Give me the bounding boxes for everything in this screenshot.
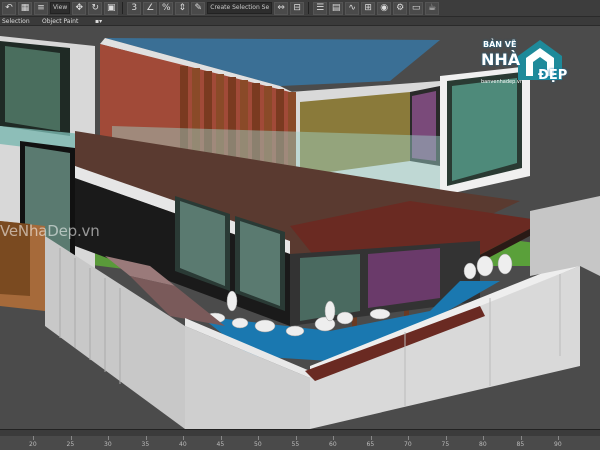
main-toolbar: ↶ ▦ ≡ View ✥ ↻ ▣ 3 ∠ % ⇕ ✎ Create Select… — [0, 0, 600, 17]
timeline-tick-label: 40 — [179, 441, 187, 448]
ground-glass-4 — [368, 248, 440, 308]
timeline-tick — [558, 436, 559, 440]
undo-icon[interactable]: ↶ — [2, 1, 16, 15]
timeline-tick — [183, 436, 184, 440]
ribbon-menu-icon[interactable]: ▪▾ — [95, 17, 102, 26]
selection-label[interactable]: Selection — [2, 17, 30, 26]
mirror-icon[interactable]: ⇔ — [274, 1, 289, 15]
layer-manager-icon[interactable]: ☰ — [313, 1, 328, 15]
timeline-tick-label: 25 — [66, 441, 75, 448]
timeline-tick — [220, 436, 222, 440]
logo-line1: BẢN VẼ — [483, 40, 517, 49]
time-ruler[interactable]: 20 25 30 35 40 45 50 55 60 65 70 75 80 85 90 — [0, 436, 600, 450]
toolbar-divider — [308, 2, 310, 14]
timeline-tick — [520, 436, 522, 440]
timeline-tick-label: 50 — [254, 441, 262, 448]
timeline-tick-label: 70 — [404, 441, 412, 448]
edit-named-selection-icon[interactable]: ✎ — [191, 1, 206, 15]
logo-url: banvenhadep.vn — [481, 79, 523, 85]
timeline-tick — [108, 436, 109, 440]
timeline-tick — [333, 436, 334, 440]
timeline-tick-label: 35 — [141, 441, 150, 448]
logo-line2: NHÀ — [481, 50, 521, 69]
curve-editor-icon[interactable]: ∿ — [345, 1, 360, 15]
move-icon[interactable]: ✥ — [72, 1, 87, 15]
graphite-tools-icon[interactable]: ▤ — [329, 1, 344, 15]
timeline-tick — [295, 436, 297, 440]
snap-toggle-icon[interactable]: 3 — [127, 1, 142, 15]
render-frame-icon[interactable]: ▭ — [409, 1, 424, 15]
object-paint-label[interactable]: Object Paint — [42, 17, 78, 26]
percent-snap-icon[interactable]: % — [159, 1, 174, 15]
brand-logo: BẢN VẼ NHÀ ĐẸP banvenhadep.vn — [478, 36, 588, 88]
right-upper-glass — [452, 78, 517, 181]
timeline-tick-label: 60 — [329, 441, 337, 448]
timeline-tick — [445, 436, 447, 440]
render-icon[interactable]: ☕ — [425, 1, 440, 15]
select-by-name-icon[interactable]: ≡ — [34, 1, 48, 15]
align-icon[interactable]: ⊟ — [290, 1, 305, 15]
timeline-tick-label: 30 — [104, 441, 112, 448]
perspective-viewport[interactable]: VeNhaDep.vn BẢN VẼ NHÀ ĐẸP banvenhadep.v… — [0, 26, 600, 429]
spinner-snap-icon[interactable]: ⇕ — [175, 1, 190, 15]
timeline-tick — [70, 436, 72, 440]
timeline-tick — [483, 436, 484, 440]
material-editor-icon[interactable]: ◉ — [377, 1, 392, 15]
timeline-tick — [258, 436, 259, 440]
ribbon-subbar: Selection Object Paint ▪▾ — [0, 17, 600, 26]
left-window-glass — [5, 46, 60, 131]
logo-line3: ĐẸP — [538, 68, 568, 83]
timeline-tick-label: 80 — [479, 441, 487, 448]
timeline-tick-label: 75 — [441, 441, 450, 448]
select-icon[interactable]: ▦ — [18, 1, 32, 15]
ground-glass-2 — [240, 221, 280, 306]
timeline-tick — [33, 436, 34, 440]
timeline-tick-label: 85 — [516, 441, 525, 448]
timeline-tick-label: 20 — [29, 441, 37, 448]
schematic-view-icon[interactable]: ⊞ — [361, 1, 376, 15]
watermark-text: VeNhaDep.vn — [0, 222, 100, 240]
named-selection-dropdown[interactable]: Create Selection Se — [207, 2, 273, 14]
rotate-icon[interactable]: ↻ — [88, 1, 103, 15]
timeline-tick — [408, 436, 409, 440]
timeline-tick-label: 65 — [366, 441, 375, 448]
timeline-tick-label: 55 — [291, 441, 300, 448]
timeline-tick-label: 90 — [554, 441, 562, 448]
timeline-tick — [370, 436, 372, 440]
render-setup-icon[interactable]: ⚙ — [393, 1, 408, 15]
angle-snap-icon[interactable]: ∠ — [143, 1, 158, 15]
timeline-tick-label: 45 — [216, 441, 225, 448]
timeline-bar[interactable]: 20 25 30 35 40 45 50 55 60 65 70 75 80 85 90 — [0, 429, 600, 450]
timeline-tick — [145, 436, 147, 440]
view-dropdown[interactable]: View — [50, 2, 71, 14]
toolbar-divider — [122, 2, 124, 14]
scale-icon[interactable]: ▣ — [104, 1, 119, 15]
